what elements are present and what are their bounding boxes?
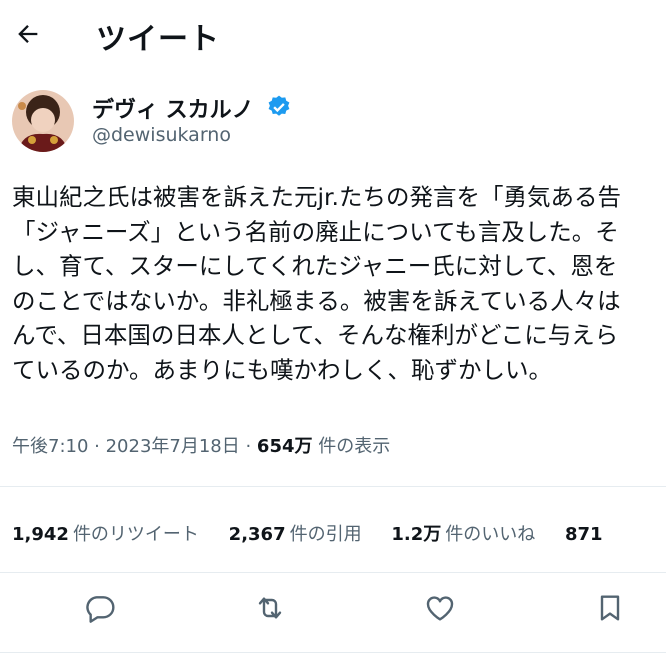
view-count: 654万 <box>256 436 313 457</box>
tweet-line: のことではないか。非礼極まる。被害を訴えている人々は <box>12 286 621 315</box>
action-bar <box>0 588 666 632</box>
tweet-line: 「ジャニーズ」という名前の廃止についても言及した。そ <box>12 217 619 246</box>
tweet-line: 東山紀之氏は被害を訴えた元jr.たちの発言を「勇気ある告 <box>12 183 622 211</box>
quote-stat[interactable]: 2,367 件の引用 <box>229 520 362 546</box>
bookmark-icon[interactable] <box>590 588 630 628</box>
engagement-stats: 1,942 件のリツイート 2,367 件の引用 1.2万 件のいいね 871 <box>12 520 631 546</box>
heart-icon[interactable] <box>420 588 460 628</box>
bookmark-count: 871 <box>564 524 603 545</box>
avatar[interactable] <box>12 90 74 152</box>
retweet-label: 件のリツイート <box>72 524 199 545</box>
bookmark-stat[interactable]: 871 <box>565 524 607 545</box>
divider <box>0 572 666 573</box>
quote-label: 件の引用 <box>289 524 362 545</box>
divider <box>0 652 666 653</box>
author-handle[interactable]: @dewisukarno <box>92 124 231 146</box>
retweet-icon[interactable] <box>250 588 290 628</box>
tweet-time[interactable]: 午後7:10 · 2023年7月18日 · <box>12 436 257 457</box>
tweet-line: んで、日本国の日本人として、そんな権利がどこに与えら <box>12 321 619 349</box>
tweet-metadata: 午後7:10 · 2023年7月18日 · 654万 件の表示 <box>12 432 390 458</box>
like-label: 件のいいね <box>445 524 536 545</box>
retweet-count: 1,942 <box>12 524 69 545</box>
verified-badge-icon <box>266 94 292 120</box>
author-name[interactable]: デヴィ スカルノ <box>92 92 254 124</box>
tweet-line: ているのか。あまりにも嘆かわしく、恥ずかしい。 <box>12 355 553 384</box>
page-title: ツイート <box>96 22 220 57</box>
like-count: 1.2万 <box>391 524 442 545</box>
tweet-line: し、育て、スターにしてくれたジャニー氏に対して、恩を <box>12 252 618 280</box>
tweet-text: 東山紀之氏は被害を訴えた元jr.たちの発言を「勇気ある告 「ジャニーズ」という名… <box>12 180 666 387</box>
reply-icon[interactable] <box>80 588 120 628</box>
arrow-left-icon[interactable] <box>14 20 42 48</box>
quote-count: 2,367 <box>228 524 286 545</box>
like-stat[interactable]: 1.2万 件のいいね <box>391 520 535 546</box>
top-bar: ツイート <box>0 0 666 68</box>
divider <box>0 486 666 487</box>
view-label: 件の表示 <box>312 436 391 457</box>
retweet-stat[interactable]: 1,942 件のリツイート <box>12 520 199 546</box>
